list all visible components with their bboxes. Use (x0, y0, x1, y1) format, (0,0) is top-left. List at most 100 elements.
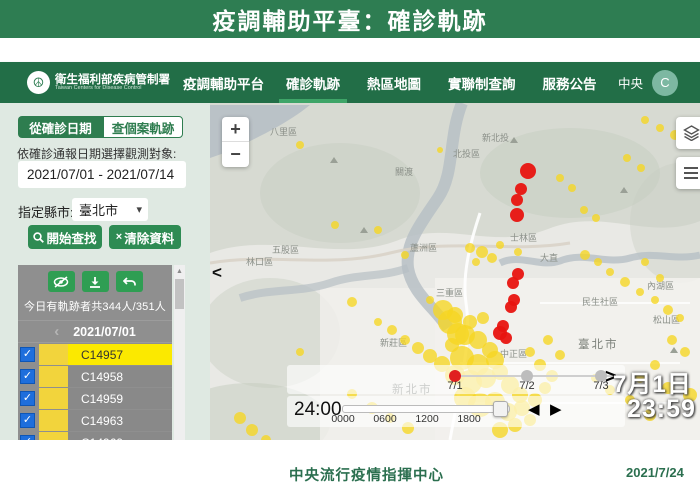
search-button[interactable]: 開始查找 (28, 225, 102, 249)
trace-dot-yellow[interactable] (651, 296, 659, 304)
trace-dot-yellow[interactable] (641, 116, 649, 124)
trace-dot-yellow[interactable] (496, 241, 504, 249)
trace-dot-red[interactable] (520, 163, 536, 179)
trace-dot-yellow[interactable] (476, 246, 488, 258)
list-scrollbar[interactable]: ▲ (174, 265, 185, 440)
trace-dot-yellow[interactable] (246, 424, 258, 436)
trace-dot-yellow[interactable] (296, 141, 304, 149)
trace-dot-yellow[interactable] (472, 258, 480, 266)
trace-dot-yellow[interactable] (637, 164, 645, 172)
map-canvas[interactable]: 八里區關渡北投區新北投士林區大直內湖區民生社區松山區中正區五股區林口區新莊區蘆洲… (210, 103, 700, 440)
nav-item-confirmed-tracks[interactable]: 確診軌跡 (286, 62, 340, 103)
case-id[interactable]: C14957 (68, 344, 172, 365)
undo-button[interactable] (116, 271, 143, 292)
trace-dot-red[interactable] (515, 183, 527, 195)
trace-dot-yellow[interactable] (594, 258, 602, 266)
nav-brand[interactable]: 疫調輔助平台 (183, 62, 264, 103)
nav-item-hotzone-map[interactable]: 熱區地圖 (367, 62, 421, 103)
trace-dot-red[interactable] (507, 277, 519, 289)
trace-dot-yellow[interactable] (374, 318, 382, 326)
case-row[interactable]: ✓ C14958 (18, 366, 172, 387)
case-checkbox[interactable]: ✓ (20, 347, 35, 362)
trace-dot-yellow[interactable] (426, 296, 434, 304)
trace-dot-yellow[interactable] (437, 147, 443, 153)
trace-dot-yellow[interactable] (525, 347, 535, 357)
user-avatar[interactable]: C (652, 70, 678, 96)
region-label[interactable]: 中央 (618, 73, 643, 92)
trace-dot-yellow[interactable] (477, 312, 489, 324)
trace-dot-yellow[interactable] (580, 250, 590, 260)
date-range-input[interactable] (18, 161, 186, 188)
trace-dot-yellow[interactable] (447, 323, 469, 345)
trace-dot-yellow[interactable] (465, 243, 475, 253)
trace-dot-yellow[interactable] (387, 325, 397, 335)
case-checkbox[interactable]: ✓ (20, 391, 35, 406)
trace-dot-yellow[interactable] (234, 412, 246, 424)
trace-dot-yellow[interactable] (592, 214, 600, 222)
legend-button[interactable] (676, 157, 700, 189)
trace-dot-red[interactable] (511, 194, 523, 206)
prev-day-button[interactable]: ‹ (54, 323, 59, 340)
step-forward-button[interactable]: ▶ (550, 400, 562, 418)
trace-dot-yellow[interactable] (296, 348, 304, 356)
trace-dot-yellow[interactable] (623, 154, 631, 162)
clear-button[interactable]: × 清除資料 (109, 225, 181, 249)
case-row[interactable]: ✓ C14969 (18, 432, 172, 440)
case-row[interactable]: ✓ C14963 (18, 410, 172, 431)
trace-dot-yellow[interactable] (400, 335, 410, 345)
tab-by-case-track[interactable]: 查個案軌跡 (103, 116, 183, 138)
scroll-up-icon[interactable]: ▲ (174, 265, 185, 275)
trace-dot-yellow[interactable] (514, 248, 522, 256)
trace-dot-yellow[interactable] (568, 184, 576, 192)
trace-dot-yellow[interactable] (412, 342, 424, 354)
trace-dot-yellow[interactable] (606, 268, 614, 276)
trace-dot-yellow[interactable] (331, 221, 339, 229)
scrollbar-thumb[interactable] (175, 279, 184, 309)
trace-dot-yellow[interactable] (680, 347, 690, 357)
trace-dot-yellow[interactable] (374, 226, 382, 234)
hide-tracks-button[interactable] (48, 271, 75, 292)
case-checkbox[interactable]: ✓ (20, 369, 35, 384)
case-row[interactable]: ✓ C14957 (18, 344, 172, 365)
trace-dot-yellow[interactable] (641, 258, 649, 266)
trace-dot-yellow[interactable] (555, 350, 565, 360)
nav-item-contact-registry[interactable]: 實聯制查詢 (448, 62, 516, 103)
trace-dot-red[interactable] (505, 301, 517, 313)
tab-by-confirm-date[interactable]: 從確診日期 (18, 116, 103, 138)
trace-dot-yellow[interactable] (401, 251, 409, 259)
trace-dot-yellow[interactable] (656, 274, 664, 282)
time-slider-bar[interactable]: 24:00 0000060012001800 ◀ ▶ (287, 396, 625, 427)
trace-dot-yellow[interactable] (636, 288, 644, 296)
selected-date-overlay: 7月1日 (613, 364, 692, 399)
time-slider-track[interactable] (342, 405, 510, 413)
download-button[interactable] (82, 271, 109, 292)
trace-dot-yellow[interactable] (580, 206, 588, 214)
case-row[interactable]: ✓ C14959 (18, 388, 172, 409)
trace-dot-yellow[interactable] (663, 305, 673, 315)
date-timeline-bar[interactable]: 7/17/27/3 > (287, 365, 625, 394)
trace-dot-yellow[interactable] (347, 297, 357, 307)
step-back-button[interactable]: ◀ (528, 400, 540, 418)
trace-dot-yellow[interactable] (656, 124, 664, 132)
case-id[interactable]: C14958 (68, 366, 172, 387)
trace-dot-yellow[interactable] (556, 174, 564, 182)
trace-dot-yellow[interactable] (543, 335, 553, 345)
nav-item-announcements[interactable]: 服務公告 (543, 62, 597, 103)
case-checkbox[interactable]: ✓ (20, 413, 35, 428)
case-id[interactable]: C14959 (68, 388, 172, 409)
trace-dot-yellow[interactable] (676, 314, 684, 322)
county-select[interactable]: 臺北市 ▾ (72, 198, 148, 221)
time-slider-handle[interactable] (493, 401, 508, 417)
trace-dot-red[interactable] (500, 332, 512, 344)
trace-dot-yellow[interactable] (487, 253, 497, 263)
cdc-logo-icon[interactable]: ☮ (27, 71, 50, 94)
trace-dot-yellow[interactable] (620, 277, 630, 287)
case-id[interactable]: C14969 (68, 432, 172, 440)
zoom-in-button[interactable]: + (222, 117, 249, 142)
trace-dot-red[interactable] (510, 208, 524, 222)
zoom-out-button[interactable]: − (222, 142, 249, 167)
case-id[interactable]: C14963 (68, 410, 172, 431)
trace-dot-yellow[interactable] (667, 335, 677, 345)
layers-button[interactable] (676, 117, 700, 149)
collapse-sidebar-arrow[interactable]: < (212, 263, 222, 283)
